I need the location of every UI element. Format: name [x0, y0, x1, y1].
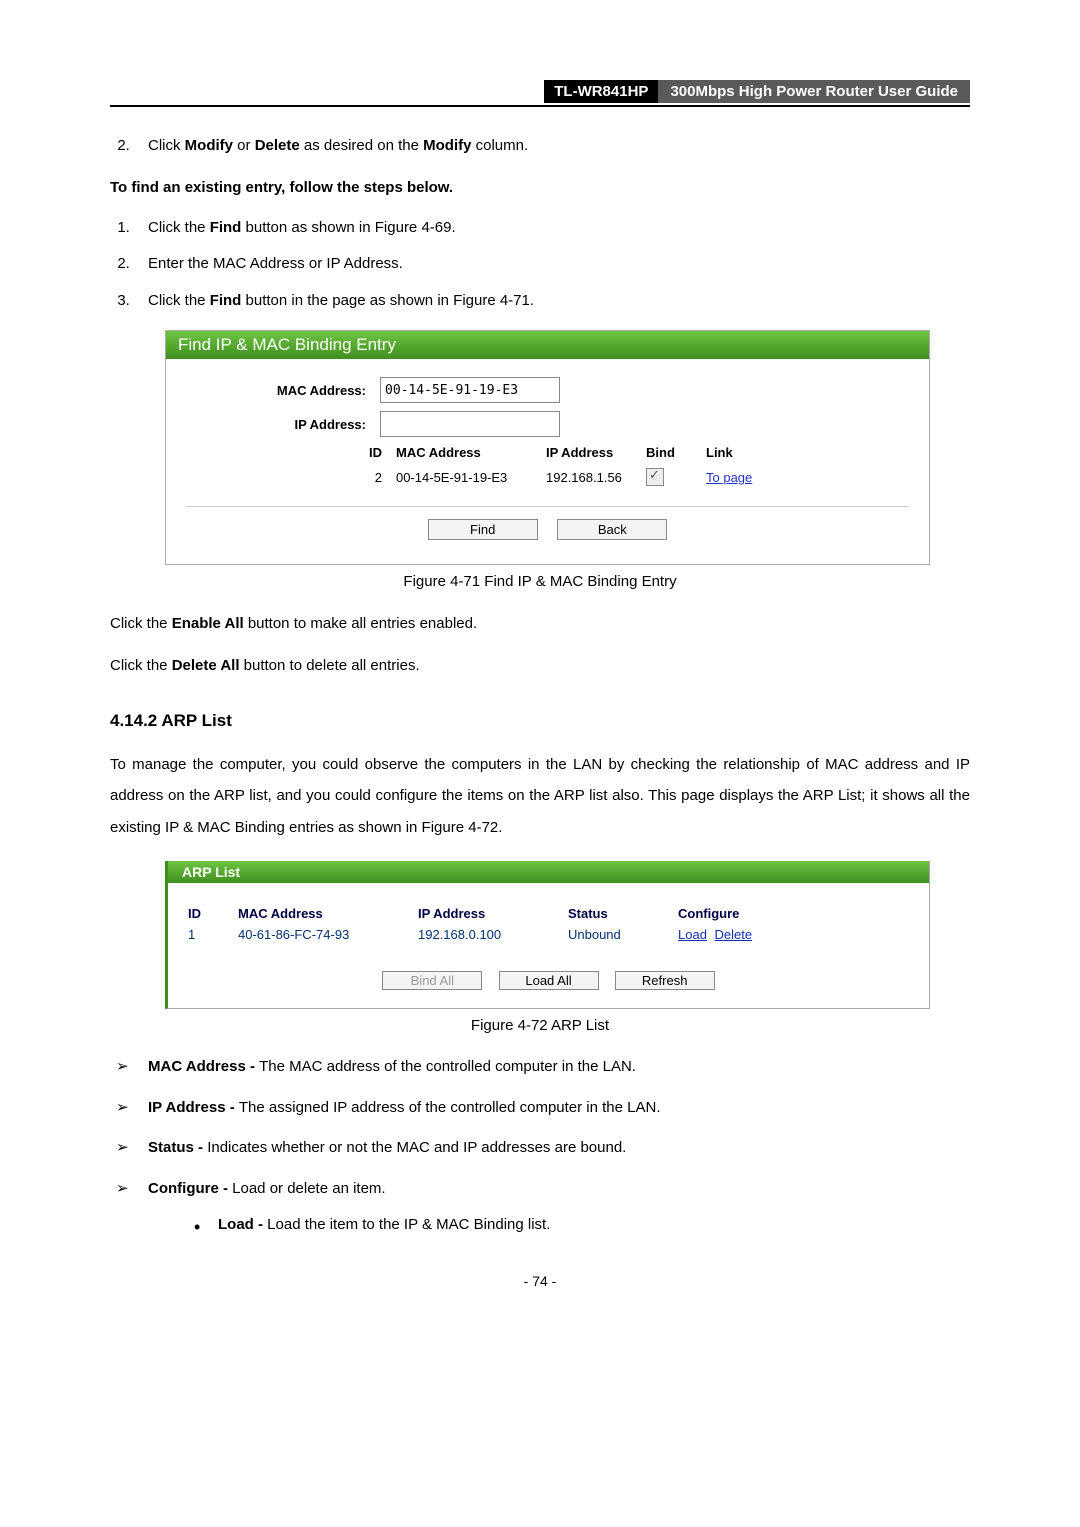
header-bar: TL-WR841HP 300Mbps High Power Router Use… — [110, 80, 970, 107]
table-row: 2 00-14-5E-91-19-E3 192.168.1.56 To page — [186, 468, 909, 486]
header-title: 300Mbps High Power Router User Guide — [658, 80, 970, 103]
page-number: - 74 - — [110, 1273, 970, 1289]
arp-intro: To manage the computer, you could observ… — [110, 749, 970, 844]
text: The MAC address of the controlled comput… — [259, 1058, 636, 1075]
text: IP Address - — [148, 1099, 239, 1116]
definition-list: MAC Address - The MAC address of the con… — [110, 1056, 970, 1237]
load-link[interactable]: Load — [678, 927, 707, 942]
steps-list: Click the Find button as shown in Figure… — [110, 217, 970, 313]
panel-title: Find IP & MAC Binding Entry — [166, 331, 929, 359]
text: or — [233, 137, 255, 154]
back-button[interactable]: Back — [557, 519, 667, 540]
list-item: Click the Find button as shown in Figure… — [134, 217, 970, 240]
text: Load the item to the IP & MAC Binding li… — [267, 1216, 550, 1233]
text: The assigned IP address of the controlle… — [239, 1099, 661, 1116]
cell-id: 2 — [186, 470, 396, 485]
text: Load or delete an item. — [232, 1180, 385, 1197]
list-item: Configure - Load or delete an item. Load… — [114, 1178, 970, 1237]
text: Click the — [148, 292, 210, 309]
figure-caption: Figure 4-71 Find IP & MAC Binding Entry — [110, 573, 970, 590]
text: button as shown in Figure 4-69. — [241, 219, 455, 236]
text: button to make all entries enabled. — [244, 615, 477, 632]
section-heading: 4.14.2 ARP List — [110, 711, 970, 731]
text: Load - — [218, 1216, 267, 1233]
list-item: Status - Indicates whether or not the MA… — [114, 1137, 970, 1160]
list-item: Click Modify or Delete as desired on the… — [134, 135, 970, 158]
paragraph: Click the Delete All button to delete al… — [110, 654, 970, 677]
col-ip: IP Address — [418, 906, 568, 921]
cell-status: Unbound — [568, 927, 678, 942]
mac-input[interactable] — [380, 377, 560, 403]
col-mac: MAC Address — [396, 445, 546, 460]
ip-input[interactable] — [380, 411, 560, 437]
col-id: ID — [182, 906, 238, 921]
text: Find — [210, 292, 242, 309]
text: column. — [471, 137, 528, 154]
text: Status - — [148, 1139, 207, 1156]
col-ip: IP Address — [546, 445, 646, 460]
bind-all-button: Bind All — [382, 971, 482, 990]
find-binding-panel: Find IP & MAC Binding Entry MAC Address:… — [165, 330, 930, 565]
text: Modify — [185, 137, 233, 154]
ip-label: IP Address: — [186, 417, 380, 432]
text: MAC Address - — [148, 1058, 259, 1075]
text: button in the page as shown in Figure 4-… — [241, 292, 534, 309]
list-item: MAC Address - The MAC address of the con… — [114, 1056, 970, 1079]
text: Click the — [148, 219, 210, 236]
text: button to delete all entries. — [240, 657, 420, 674]
list-item: Click the Find button in the page as sho… — [134, 290, 970, 313]
list-item: Enter the MAC Address or IP Address. — [134, 253, 970, 276]
text: as desired on the — [300, 137, 423, 154]
text: Delete — [255, 137, 300, 154]
cell-mac: 00-14-5E-91-19-E3 — [396, 470, 546, 485]
header-model: TL-WR841HP — [544, 80, 658, 103]
col-link: Link — [706, 445, 733, 460]
text: Click the — [110, 657, 172, 674]
text: Click the — [110, 615, 172, 632]
text: Delete All — [172, 657, 240, 674]
text: Enable All — [172, 615, 244, 632]
text: Indicates whether or not the MAC and IP … — [207, 1139, 626, 1156]
cell-bind — [646, 468, 706, 486]
panel-title: ARP List — [168, 861, 929, 883]
text: Configure - — [148, 1180, 232, 1197]
col-status: Status — [568, 906, 678, 921]
cell-mac: 40-61-86-FC-74-93 — [238, 927, 418, 942]
paragraph: Click the Enable All button to make all … — [110, 612, 970, 635]
cell-id: 1 — [182, 927, 238, 942]
steps-heading: To find an existing entry, follow the st… — [110, 176, 970, 199]
col-mac: MAC Address — [238, 906, 418, 921]
col-id: ID — [186, 445, 396, 460]
refresh-button[interactable]: Refresh — [615, 971, 715, 990]
col-bind: Bind — [646, 445, 706, 460]
to-page-link[interactable]: To page — [706, 470, 752, 485]
list-item: Load - Load the item to the IP & MAC Bin… — [194, 1214, 970, 1237]
cell-ip: 192.168.1.56 — [546, 470, 646, 485]
text: Find — [210, 219, 242, 236]
cell-ip: 192.168.0.100 — [418, 927, 568, 942]
arp-list-panel: ARP List ID MAC Address IP Address Statu… — [165, 861, 930, 1009]
load-all-button[interactable]: Load All — [499, 971, 599, 990]
table-row: 1 40-61-86-FC-74-93 192.168.0.100 Unboun… — [182, 924, 915, 945]
figure-caption: Figure 4-72 ARP List — [110, 1017, 970, 1034]
checkbox-checked-icon[interactable] — [646, 468, 664, 486]
delete-link[interactable]: Delete — [715, 927, 753, 942]
find-button[interactable]: Find — [428, 519, 538, 540]
continued-list: Click Modify or Delete as desired on the… — [110, 135, 970, 158]
col-config: Configure — [678, 906, 739, 921]
text: Click — [148, 137, 185, 154]
mac-label: MAC Address: — [186, 383, 380, 398]
list-item: IP Address - The assigned IP address of … — [114, 1097, 970, 1120]
text: Modify — [423, 137, 471, 154]
